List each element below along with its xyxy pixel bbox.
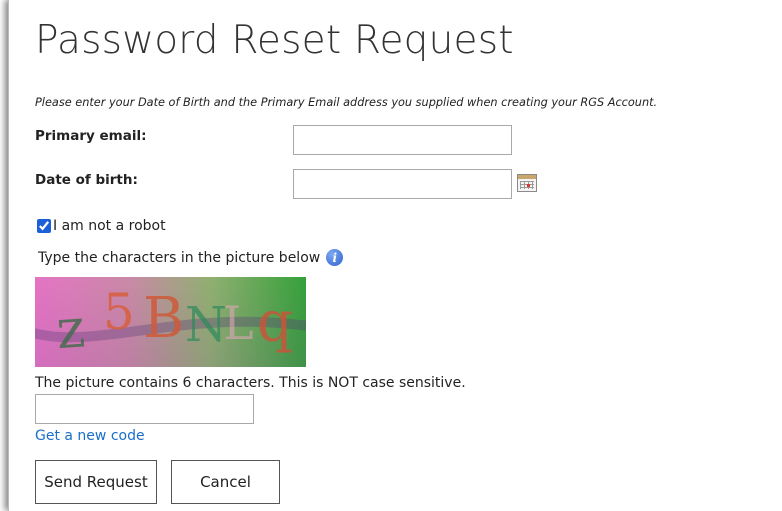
captcha-hint: Type the characters in the picture below… bbox=[38, 249, 344, 266]
captcha-char-5: L bbox=[223, 296, 254, 350]
robot-checkbox[interactable] bbox=[37, 219, 51, 233]
intro-text: Please enter your Date of Birth and the … bbox=[35, 96, 658, 109]
info-icon[interactable]: i bbox=[326, 249, 344, 266]
captcha-char-1: z bbox=[54, 296, 87, 361]
captcha-image: z 5 B N L q bbox=[35, 277, 306, 367]
captcha-char-4: N bbox=[185, 297, 227, 353]
dob-label: Date of birth: bbox=[35, 172, 138, 188]
calendar-icon[interactable] bbox=[517, 174, 537, 192]
cancel-button[interactable]: Cancel bbox=[171, 460, 280, 504]
captcha-char-6: q bbox=[257, 290, 293, 355]
captcha-char-3: B bbox=[143, 286, 184, 351]
dob-field[interactable] bbox=[293, 169, 512, 199]
captcha-code-field[interactable] bbox=[35, 394, 254, 424]
captcha-note: The picture contains 6 characters. This … bbox=[35, 375, 466, 391]
new-code-link[interactable]: Get a new code bbox=[35, 428, 145, 444]
email-field[interactable] bbox=[293, 125, 512, 155]
page-title: Password Reset Request bbox=[35, 18, 514, 63]
dialog-frame: Password Reset Request Please enter your… bbox=[8, 0, 782, 511]
robot-check[interactable]: I am not a robot bbox=[37, 218, 166, 234]
captcha-char-2: 5 bbox=[103, 283, 135, 341]
robot-label: I am not a robot bbox=[53, 218, 166, 234]
send-request-button[interactable]: Send Request bbox=[35, 460, 157, 504]
email-label: Primary email: bbox=[35, 128, 147, 144]
captcha-hint-text: Type the characters in the picture below bbox=[38, 249, 321, 266]
